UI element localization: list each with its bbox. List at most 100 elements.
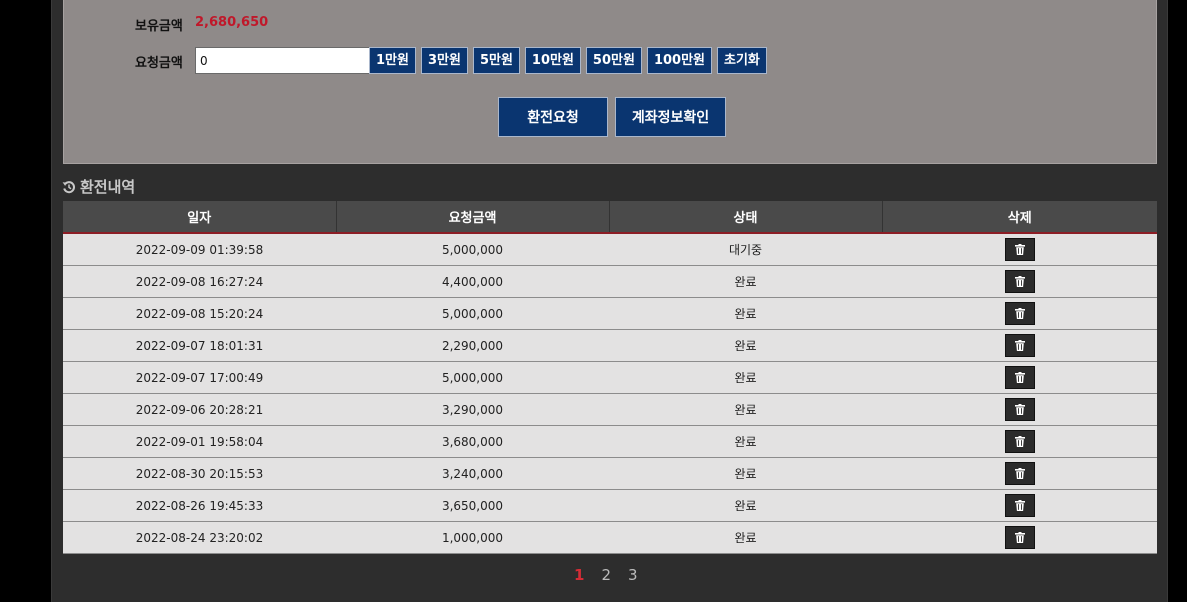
trash-icon (1014, 372, 1025, 383)
trash-icon (1014, 500, 1025, 511)
exchange-history-table: 일자 요청금액 상태 삭제 2022-09-09 01:39:58 5,000,0… (63, 201, 1157, 554)
header-delete: 삭제 (881, 201, 1157, 234)
balance-value: 2,680,650 (195, 15, 269, 30)
table-row: 2022-09-01 19:58:04 3,680,000 완료 (63, 425, 1157, 458)
delete-button[interactable] (1004, 366, 1035, 389)
reset-button[interactable]: 초기화 (717, 47, 767, 74)
request-amount-label: 요청금액 (135, 56, 183, 71)
table-row: 2022-09-08 16:27:24 4,400,000 완료 (63, 265, 1157, 298)
row-delete-cell (882, 489, 1157, 522)
row-delete-cell (882, 521, 1157, 554)
header-status: 상태 (608, 201, 882, 234)
delete-button[interactable] (1004, 270, 1035, 293)
row-delete-cell (882, 457, 1157, 490)
header-amount: 요청금액 (335, 201, 609, 234)
table-header-row: 일자 요청금액 상태 삭제 (63, 201, 1157, 234)
row-date: 2022-09-07 17:00:49 (63, 361, 336, 394)
row-date: 2022-09-06 20:28:21 (63, 393, 336, 426)
add-10k-button[interactable]: 1만원 (369, 47, 416, 74)
header-date: 일자 (63, 201, 336, 234)
row-status: 대기중 (609, 233, 882, 266)
table-row: 2022-09-07 18:01:31 2,290,000 완료 (63, 329, 1157, 362)
table-row: 2022-08-24 23:20:02 1,000,000 완료 (63, 521, 1157, 554)
row-date: 2022-09-01 19:58:04 (63, 425, 336, 458)
table-body: 2022-09-09 01:39:58 5,000,000 대기중 2022-09-0… (63, 233, 1157, 554)
row-delete-cell (882, 329, 1157, 362)
row-amount: 3,290,000 (336, 393, 609, 426)
row-status: 완료 (609, 457, 882, 490)
delete-button[interactable] (1004, 302, 1035, 325)
account-info-button[interactable]: 계좌정보확인 (615, 97, 726, 137)
add-50k-button[interactable]: 5만원 (472, 47, 520, 74)
row-date: 2022-08-26 19:45:33 (63, 489, 336, 522)
row-date: 2022-08-24 23:20:02 (63, 521, 336, 554)
trash-icon (1014, 468, 1025, 479)
row-status: 완료 (609, 361, 882, 394)
request-amount-input[interactable] (195, 47, 373, 74)
history-icon (62, 180, 76, 194)
exchange-request-button[interactable]: 환전요청 (498, 97, 608, 137)
row-amount: 5,000,000 (336, 233, 609, 266)
row-delete-cell (882, 297, 1157, 330)
balance-label: 보유금액 (135, 19, 183, 34)
row-date: 2022-09-09 01:39:58 (63, 233, 336, 266)
row-delete-cell (882, 425, 1157, 458)
page-1-link[interactable]: 1 (574, 566, 584, 584)
trash-icon (1014, 308, 1025, 319)
quick-amount-buttons: 1만원 3만원 5만원 10만원 50만원 100만원 초기화 (369, 47, 767, 74)
page-3-link[interactable]: 3 (628, 566, 638, 584)
add-1m-button[interactable]: 100만원 (646, 47, 712, 74)
row-amount: 3,680,000 (336, 425, 609, 458)
add-500k-button[interactable]: 50만원 (585, 47, 642, 74)
trash-icon (1014, 340, 1025, 351)
add-100k-button[interactable]: 10만원 (524, 47, 581, 74)
row-amount: 5,000,000 (336, 361, 609, 394)
row-delete-cell (882, 393, 1157, 426)
trash-icon (1014, 532, 1025, 543)
row-amount: 1,000,000 (336, 521, 609, 554)
exchange-form: 보유금액 2,680,650 요청금액 1만원 3만원 5만원 10만원 50만… (63, 0, 1157, 164)
page-2-link[interactable]: 2 (601, 566, 611, 584)
row-amount: 2,290,000 (336, 329, 609, 362)
delete-button[interactable] (1004, 430, 1035, 453)
delete-button[interactable] (1004, 238, 1035, 261)
trash-icon (1014, 244, 1025, 255)
delete-button[interactable] (1004, 334, 1035, 357)
row-amount: 5,000,000 (336, 297, 609, 330)
trash-icon (1014, 404, 1025, 415)
table-row: 2022-09-08 15:20:24 5,000,000 완료 (63, 297, 1157, 330)
delete-button[interactable] (1004, 494, 1035, 517)
row-status: 완료 (609, 265, 882, 298)
table-row: 2022-08-30 20:15:53 3,240,000 완료 (63, 457, 1157, 490)
row-delete-cell (882, 233, 1157, 266)
trash-icon (1014, 276, 1025, 287)
table-row: 2022-09-07 17:00:49 5,000,000 완료 (63, 361, 1157, 394)
table-row: 2022-09-09 01:39:58 5,000,000 대기중 (63, 233, 1157, 266)
row-amount: 3,650,000 (336, 489, 609, 522)
main-panel: 보유금액 2,680,650 요청금액 1만원 3만원 5만원 10만원 50만… (51, 0, 1168, 602)
row-status: 완료 (609, 393, 882, 426)
trash-icon (1014, 436, 1025, 447)
row-date: 2022-09-08 16:27:24 (63, 265, 336, 298)
row-status: 완료 (609, 521, 882, 554)
row-status: 완료 (609, 329, 882, 362)
history-title: 환전내역 (80, 178, 136, 196)
row-amount: 4,400,000 (336, 265, 609, 298)
delete-button[interactable] (1004, 398, 1035, 421)
row-delete-cell (882, 265, 1157, 298)
row-status: 완료 (609, 425, 882, 458)
row-date: 2022-08-30 20:15:53 (63, 457, 336, 490)
history-section-title: 환전내역 (62, 176, 135, 197)
table-row: 2022-09-06 20:28:21 3,290,000 완료 (63, 393, 1157, 426)
row-status: 완료 (609, 297, 882, 330)
row-status: 완료 (609, 489, 882, 522)
delete-button[interactable] (1004, 526, 1035, 549)
row-date: 2022-09-08 15:20:24 (63, 297, 336, 330)
delete-button[interactable] (1004, 462, 1035, 485)
row-date: 2022-09-07 18:01:31 (63, 329, 336, 362)
add-30k-button[interactable]: 3만원 (420, 47, 468, 74)
table-row: 2022-08-26 19:45:33 3,650,000 완료 (63, 489, 1157, 522)
row-delete-cell (882, 361, 1157, 394)
pagination: 1 2 3 (574, 566, 638, 584)
row-amount: 3,240,000 (336, 457, 609, 490)
